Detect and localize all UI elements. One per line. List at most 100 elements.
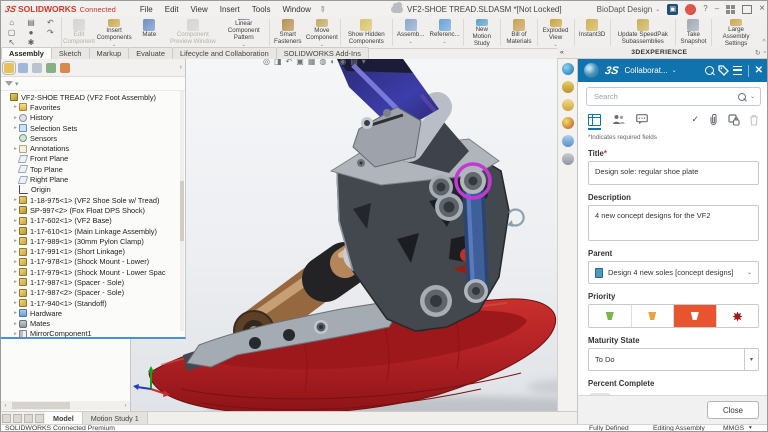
scroll-right-icon[interactable]: › [121, 403, 130, 409]
section-view-icon[interactable]: ▣ [296, 59, 304, 68]
search-icon[interactable] [704, 66, 714, 75]
new-document-button[interactable]: ▢ [3, 28, 20, 38]
tree-item-favorites[interactable]: ▸ Favorites [1, 102, 185, 112]
tab-markup[interactable]: Markup [88, 47, 130, 59]
menu-window[interactable]: Window [276, 3, 316, 16]
tree-item-mates[interactable]: ▸ Mates [1, 319, 185, 329]
edit-appearance-icon[interactable]: ◉ [339, 59, 346, 68]
tabs-overflow-icon[interactable]: › [180, 64, 182, 71]
zoom-to-fit-icon[interactable]: ◎ [263, 59, 270, 68]
expand-icon[interactable]: ▸ [12, 146, 19, 152]
tab-comments[interactable] [636, 114, 648, 125]
undo-button[interactable]: ↶ [42, 18, 59, 28]
tree-horizontal-scrollbar[interactable]: ‹ › [1, 401, 130, 410]
featuremanager-design-tree-tab[interactable] [2, 60, 16, 75]
collapse-toolbar-button[interactable]: ^ [759, 17, 767, 48]
refresh-icon[interactable]: ↻ [755, 49, 761, 57]
redo-button[interactable]: ↷ [42, 28, 59, 38]
expand-icon[interactable]: ▸ [12, 197, 19, 203]
help-button[interactable]: ? [703, 5, 707, 13]
insert-components-button[interactable]: Insert Components ⌄ [96, 17, 132, 48]
tree-item-selection-sets[interactable]: ▸ Selection Sets [1, 123, 185, 133]
share-lock-icon[interactable] [728, 113, 740, 126]
expand-icon[interactable]: ▸ [12, 238, 19, 244]
app-selector[interactable]: Collaborat... [624, 66, 667, 75]
approve-icon[interactable]: ✓ [691, 115, 699, 124]
display-manager-tab[interactable] [60, 62, 70, 73]
maturity-state-select[interactable]: To Do ▾ [588, 348, 759, 371]
splitter-icon[interactable] [13, 414, 22, 423]
tree-item-1-17-991-1-short-linka[interactable]: ▸ 1-17-991<1> (Short Linkage) [1, 246, 185, 256]
tab-assembly[interactable]: Assembly [1, 47, 52, 59]
tree-item-1-17-987-2-spacer-so[interactable]: ▸ 1-17-987<2> (Spacer - Sole) [1, 288, 185, 298]
view-palette-icon[interactable] [561, 135, 574, 147]
take-snapshot-button[interactable]: Take Snapshot [676, 17, 710, 48]
custom-properties-icon[interactable] [561, 153, 574, 165]
tab-members[interactable] [612, 114, 625, 125]
parent-select[interactable]: Design 4 new soles [concept designs] ⌄ [588, 261, 759, 284]
file-explorer-icon[interactable] [561, 99, 574, 111]
account-dropdown[interactable]: BioDapt Design ⌄ [597, 5, 661, 14]
tree-item-1-17-979-1-shock-mount[interactable]: ▸ 1-17-979<1> (Shock Mount - Lower Spac [1, 267, 185, 277]
view-settings-icon[interactable]: ▾ [362, 59, 366, 68]
tab-lifecycle-and-collaboration[interactable]: Lifecycle and Collaboration [171, 47, 277, 59]
3dexperience-icon[interactable] [561, 63, 574, 75]
tree-item-1-17-978-1-shock-mount[interactable]: ▸ 1-17-978<1> (Shock Mount - Lower) [1, 257, 185, 267]
expand-icon[interactable]: ▸ [12, 104, 19, 110]
expand-icon[interactable]: ▸ [12, 259, 19, 265]
scroll-left-icon[interactable]: ‹ [1, 403, 10, 409]
expand-icon[interactable]: ▸ [12, 115, 19, 121]
tag-icon[interactable] [717, 65, 729, 76]
scrollbar-thumb[interactable] [12, 402, 70, 409]
tree-item-sp-997-2-fox-float-dps[interactable]: ▸ SP-997<2> (Fox Float DPS Shock) [1, 205, 185, 215]
expand-icon[interactable]: ▸ [12, 290, 19, 296]
search-bar[interactable]: ⌄ [586, 87, 761, 106]
close-panel-icon[interactable]: ✕ [755, 65, 763, 76]
update-speedpak-subassemblies-button[interactable]: Update SpeedPak Subassemblies [612, 17, 674, 48]
layout-grid-icon[interactable] [726, 4, 736, 14]
description-input[interactable]: 4 new concept designs for the VF2 [589, 206, 758, 234]
restore-window-button[interactable] [742, 2, 756, 14]
display-style-icon[interactable]: ◍ [319, 59, 326, 68]
user-avatar[interactable] [685, 3, 697, 15]
delete-icon[interactable] [749, 114, 759, 126]
splitter-icon[interactable] [24, 414, 33, 423]
configuration-manager-tab[interactable] [32, 62, 42, 73]
tree-item-vf2-shoe-tread-vf2-foot[interactable]: VF2-SHOE TREAD (VF2 Foot Assembly) [1, 92, 185, 102]
expand-icon[interactable]: ▸ [12, 310, 19, 316]
menu-tools[interactable]: Tools [246, 3, 277, 16]
dimxpert-manager-tab[interactable] [46, 62, 56, 73]
expand-icon[interactable]: ▸ [12, 269, 19, 275]
hide-show-items-icon[interactable]: ◐ [330, 59, 335, 68]
menu-icon[interactable] [732, 66, 742, 75]
expand-icon[interactable]: ▸ [12, 249, 19, 255]
pin-panel-icon[interactable]: ▫ [764, 49, 766, 56]
tree-item-sensors[interactable]: Sensors [1, 133, 185, 143]
attachment-icon[interactable] [708, 113, 719, 126]
minimize-button[interactable]: – [715, 5, 719, 13]
tab-evaluate[interactable]: Evaluate [128, 47, 173, 59]
splitter-icon[interactable] [2, 414, 11, 423]
search-input[interactable] [592, 91, 734, 102]
expand-icon[interactable]: ▸ [12, 218, 19, 224]
tree-item-1-17-610-1-main-linkag[interactable]: ▸ 1-17-610<1> (Main Linkage Assembly) [1, 226, 185, 236]
title-input[interactable] [589, 162, 758, 181]
show-hidden-components-button[interactable]: Show Hidden Components [342, 17, 391, 48]
large-assembly-settings-button[interactable]: Large Assembly Settings [713, 17, 759, 48]
menu-view[interactable]: View [185, 3, 214, 16]
design-library-icon[interactable] [561, 81, 574, 93]
tree-item-1-17-987-1-spacer-so[interactable]: ▸ 1-17-987<1> (Spacer - Sole) [1, 277, 185, 287]
home-button[interactable]: ⌂ [3, 18, 20, 28]
expand-icon[interactable]: ▸ [12, 331, 19, 337]
tree-item-top-plane[interactable]: Top Plane [1, 164, 185, 174]
tree-item-annotations[interactable]: ▸ Annotations [1, 143, 185, 153]
tree-item-hardware[interactable]: ▸ Hardware [1, 308, 185, 318]
dropdown-caret-icon[interactable]: ⌄ [443, 39, 447, 45]
menu-edit[interactable]: Edit [159, 3, 185, 16]
user-globe-avatar[interactable] [584, 63, 599, 78]
property-manager-tab[interactable] [18, 62, 28, 73]
tree-filter-row[interactable]: ▾ [1, 77, 185, 91]
tree-item-history[interactable]: ▸ History [1, 113, 185, 123]
priority-urgent-option[interactable] [716, 305, 758, 327]
expand-icon[interactable]: ▸ [12, 207, 19, 213]
